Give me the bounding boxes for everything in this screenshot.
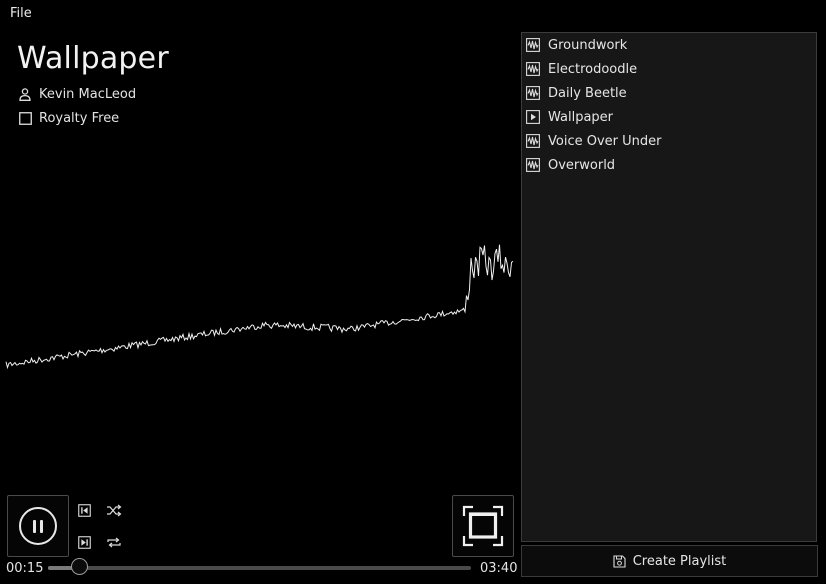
playlist-item-wallpaper[interactable]: Wallpaper [526, 106, 814, 128]
menu-file[interactable]: File [10, 6, 32, 21]
waveform-icon [526, 38, 540, 52]
playlist-panel: Groundwork Electrodoodle Daily Beetle Wa… [521, 32, 817, 542]
playlist-item-groundwork[interactable]: Groundwork [526, 34, 814, 56]
create-playlist-button[interactable]: Create Playlist [521, 545, 818, 577]
seek-bar[interactable] [48, 558, 471, 575]
playlist-item-label: Wallpaper [548, 109, 614, 125]
play-icon [526, 110, 540, 124]
playlist-item-label: Overworld [548, 157, 616, 173]
waveform-line [5, 244, 514, 370]
fullscreen-button[interactable] [452, 495, 514, 557]
save-icon [613, 554, 627, 568]
waveform-icon [526, 62, 540, 76]
next-button[interactable] [76, 534, 92, 550]
playlist-item-overworld[interactable]: Overworld [526, 154, 814, 176]
previous-button[interactable] [76, 502, 92, 518]
playlist-item-label: Electrodoodle [548, 61, 638, 77]
total-duration: 03:40 [480, 561, 518, 576]
repeat-button[interactable] [106, 534, 122, 550]
waveform-visualization [5, 244, 514, 370]
shuffle-button[interactable] [106, 502, 122, 518]
play-pause-button[interactable] [7, 495, 69, 557]
music-player-window: File Wallpaper Kevin MacLeod Royalty Fre… [0, 0, 826, 584]
playlist-item-label: Voice Over Under [548, 133, 662, 149]
person-icon [18, 88, 32, 102]
playlist-item-daily-beetle[interactable]: Daily Beetle [526, 82, 814, 104]
fullscreen-icon [462, 505, 504, 547]
license-label: Royalty Free [39, 111, 120, 126]
pause-icon [19, 507, 57, 545]
license-row: Royalty Free [18, 111, 119, 126]
seek-bar-handle[interactable] [71, 558, 88, 575]
playlist-item-label: Groundwork [548, 37, 628, 53]
create-playlist-label: Create Playlist [632, 553, 727, 569]
shuffle-icon [107, 504, 122, 516]
artist-name: Kevin MacLeod [39, 87, 137, 102]
waveform-icon [526, 158, 540, 172]
square-icon [18, 112, 32, 126]
menu-bar: File [0, 0, 826, 30]
elapsed-time: 00:15 [6, 561, 44, 576]
skip-previous-icon [77, 503, 91, 517]
playlist-item-electrodoodle[interactable]: Electrodoodle [526, 58, 814, 80]
playlist-item-voice-over-under[interactable]: Voice Over Under [526, 130, 814, 152]
waveform-icon [526, 86, 540, 100]
skip-next-icon [77, 535, 91, 549]
repeat-icon [107, 537, 121, 547]
playlist-item-label: Daily Beetle [548, 85, 627, 101]
track-title: Wallpaper [17, 41, 169, 76]
waveform-icon [526, 134, 540, 148]
artist-row: Kevin MacLeod [18, 87, 136, 102]
